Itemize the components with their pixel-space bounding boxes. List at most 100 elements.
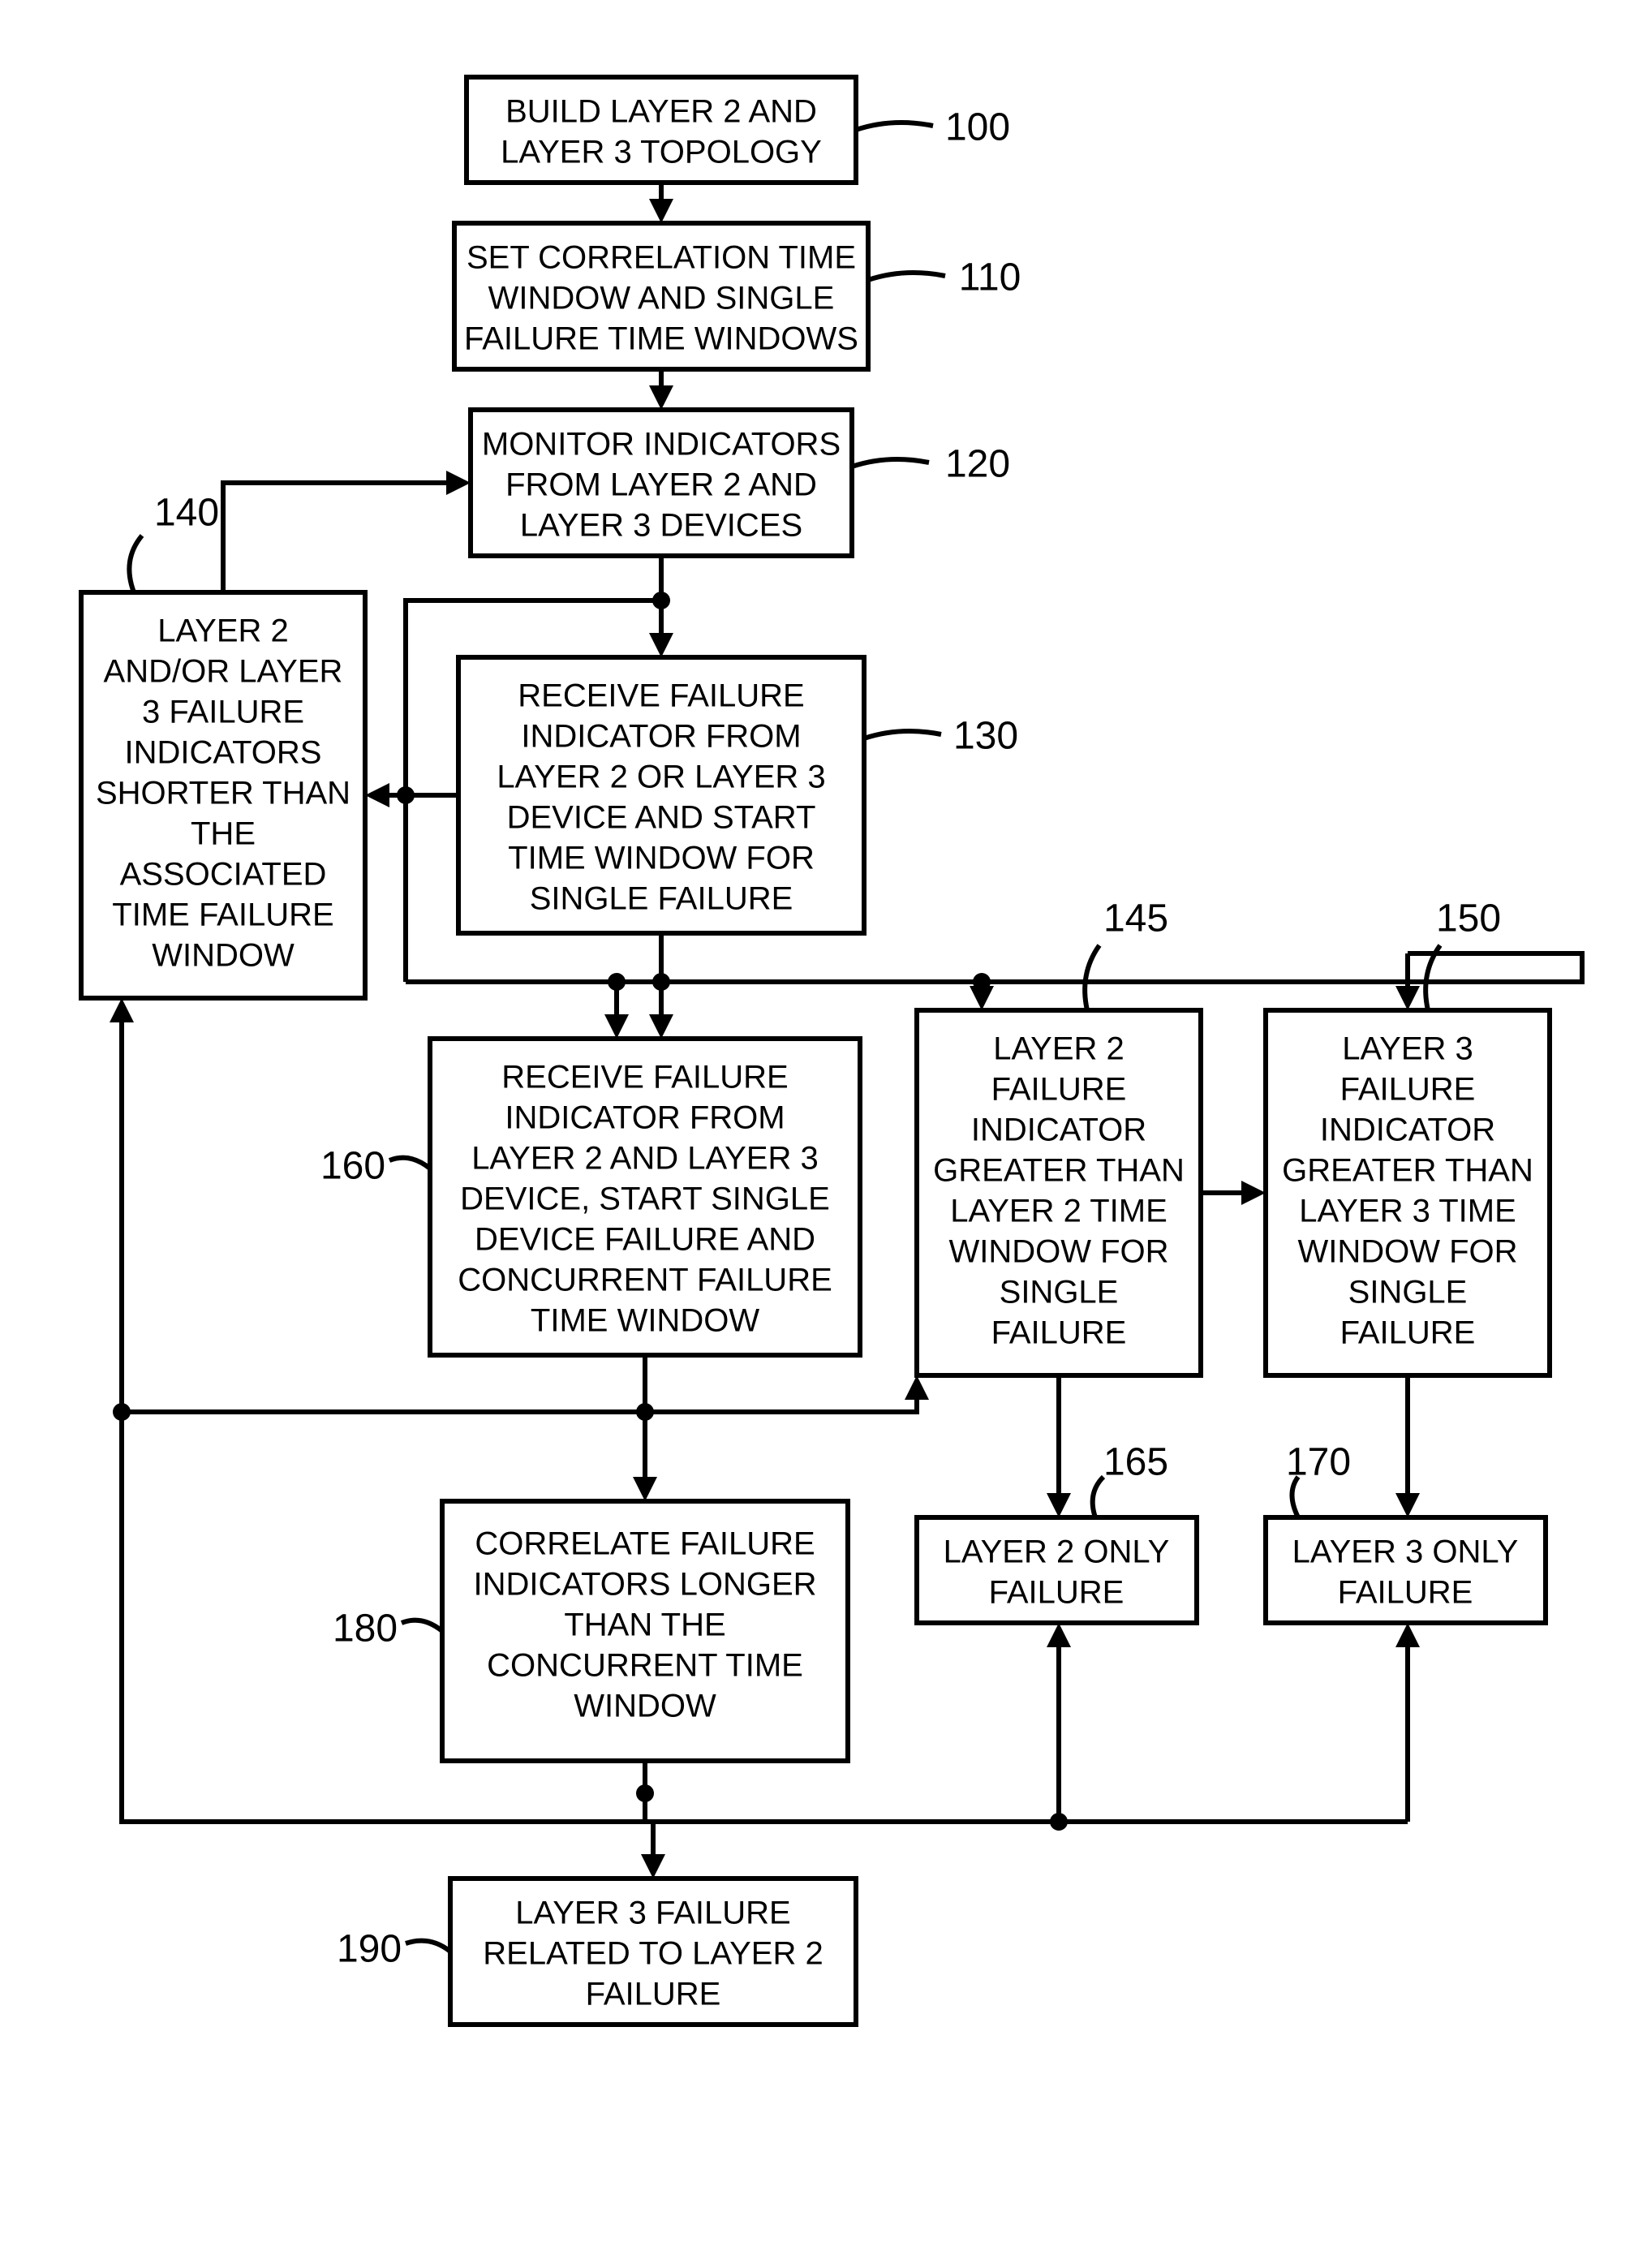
- box-140-line9: WINDOW: [152, 938, 295, 974]
- box-165-line1: LAYER 2 ONLY: [944, 1534, 1170, 1570]
- box-145-line6: WINDOW FOR: [948, 1234, 1168, 1270]
- arrow-150-170: [1395, 1493, 1420, 1517]
- arrow-120-130: [649, 633, 673, 657]
- box-145-line8: FAILURE: [991, 1315, 1127, 1351]
- arrow-bus-150: [1395, 986, 1420, 1010]
- box-170-line1: LAYER 3 ONLY: [1292, 1534, 1519, 1570]
- edge-140-120: [223, 483, 458, 592]
- leader-140: [129, 536, 142, 592]
- box-160-line3: LAYER 2 AND LAYER 3: [471, 1141, 819, 1177]
- label-130: 130: [953, 715, 1018, 758]
- box-140-line2: AND/OR LAYER: [104, 654, 343, 690]
- box-165-line2: FAILURE: [989, 1575, 1125, 1611]
- arrow-110-120: [649, 385, 673, 410]
- box-145-line5: LAYER 2 TIME: [950, 1194, 1168, 1229]
- box-190-line1: LAYER 3 FAILURE: [515, 1896, 790, 1931]
- leader-170: [1292, 1477, 1299, 1517]
- label-110: 110: [959, 256, 1021, 299]
- box-160-line1: RECEIVE FAILURE: [501, 1060, 788, 1095]
- leader-160: [389, 1158, 430, 1168]
- box-145-line7: SINGLE: [1000, 1275, 1119, 1310]
- box-120-line1: MONITOR INDICATORS: [482, 427, 841, 463]
- box-180-line5: WINDOW: [574, 1689, 716, 1724]
- label-150: 150: [1436, 897, 1501, 940]
- box-160-line7: TIME WINDOW: [531, 1303, 759, 1339]
- box-150-line5: LAYER 3 TIME: [1299, 1194, 1516, 1229]
- leader-130: [864, 731, 941, 738]
- box-120-line2: FROM LAYER 2 AND: [505, 467, 817, 503]
- box-150-line1: LAYER 3: [1342, 1031, 1473, 1067]
- leader-145: [1085, 945, 1099, 1010]
- box-120-line3: LAYER 3 DEVICES: [520, 508, 802, 544]
- leader-120: [852, 459, 929, 467]
- box-160-line5: DEVICE FAILURE AND: [475, 1222, 815, 1258]
- box-190-line2: RELATED TO LAYER 2: [483, 1936, 823, 1972]
- leader-190: [406, 1941, 450, 1952]
- junction-bus-145: [973, 973, 991, 991]
- arrow-bus-160: [604, 1014, 629, 1039]
- arrow-100-110: [649, 199, 673, 223]
- label-190: 190: [337, 1928, 402, 1971]
- leader-165: [1093, 1477, 1103, 1517]
- box-180-line2: INDICATORS LONGER: [473, 1567, 816, 1603]
- box-150-line4: GREATER THAN: [1282, 1153, 1533, 1189]
- arrow-180-165: [1047, 1623, 1071, 1647]
- box-140-line4: INDICATORS: [125, 735, 322, 771]
- box-130-line1: RECEIVE FAILURE: [518, 678, 804, 714]
- box-130-line2: INDICATOR FROM: [521, 719, 801, 755]
- box-150-line3: INDICATOR: [1320, 1112, 1495, 1148]
- label-120: 120: [945, 443, 1010, 486]
- box-110-line2: WINDOW AND SINGLE: [488, 281, 835, 316]
- box-110-line1: SET CORRELATION TIME: [467, 240, 856, 276]
- box-130-line5: TIME WINDOW FOR: [508, 841, 815, 876]
- box-145-line1: LAYER 2: [993, 1031, 1125, 1067]
- box-100-line1: BUILD LAYER 2 AND: [505, 94, 817, 130]
- box-145-line2: FAILURE: [991, 1072, 1127, 1108]
- box-140-line6: THE: [191, 816, 256, 852]
- box-140-line5: SHORTER THAN: [96, 776, 350, 811]
- box-145-line4: GREATER THAN: [933, 1153, 1185, 1189]
- box-110-line3: FAILURE TIME WINDOWS: [464, 321, 858, 357]
- arrow-145-165: [1047, 1493, 1071, 1517]
- junction-bus-160: [608, 973, 626, 991]
- box-160-line2: INDICATOR FROM: [505, 1100, 785, 1136]
- label-180: 180: [333, 1607, 398, 1650]
- arrow-130-140: [365, 783, 389, 807]
- leader-180: [402, 1620, 442, 1631]
- box-140-line1: LAYER 2: [157, 613, 289, 649]
- box-180-line1: CORRELATE FAILURE: [475, 1526, 815, 1562]
- box-100-line2: LAYER 3 TOPOLOGY: [501, 135, 822, 170]
- box-140-line3: 3 FAILURE: [142, 695, 304, 730]
- junction-180-out: [636, 1784, 654, 1802]
- arrow-160-180: [633, 1477, 657, 1501]
- box-140-line7: ASSOCIATED: [120, 857, 327, 893]
- box-170-line2: FAILURE: [1338, 1575, 1473, 1611]
- box-160-line4: DEVICE, START SINGLE: [460, 1181, 830, 1217]
- box-150-line2: FAILURE: [1340, 1072, 1476, 1108]
- box-145-line3: INDICATOR: [971, 1112, 1146, 1148]
- edge-160-145r: [645, 1388, 917, 1412]
- junction-130-140: [397, 786, 415, 804]
- box-190-line3: FAILURE: [586, 1977, 721, 2012]
- arrow-180-190: [641, 1854, 665, 1879]
- flowchart-diagram: BUILD LAYER 2 AND LAYER 3 TOPOLOGY SET C…: [0, 0, 1647, 2268]
- label-100: 100: [945, 106, 1010, 149]
- box-150-line6: WINDOW FOR: [1297, 1234, 1517, 1270]
- box-130-line3: LAYER 2 OR LAYER 3: [497, 760, 825, 795]
- box-180-line4: CONCURRENT TIME: [487, 1648, 803, 1684]
- leader-110: [868, 273, 945, 280]
- arrow-180-170: [1395, 1623, 1420, 1647]
- box-140-line8: TIME FAILURE: [112, 897, 333, 933]
- arrow-130-160a: [649, 1014, 673, 1039]
- box-150-line7: SINGLE: [1348, 1275, 1468, 1310]
- arrow-160-145r: [905, 1375, 929, 1400]
- box-150-line8: FAILURE: [1340, 1315, 1476, 1351]
- box-130-line4: DEVICE AND START: [507, 800, 816, 836]
- arrow-145-150: [1241, 1181, 1266, 1205]
- label-165: 165: [1103, 1441, 1168, 1484]
- arrow-140-120: [446, 471, 471, 495]
- arrow-160-140: [110, 998, 134, 1022]
- label-160: 160: [320, 1145, 385, 1188]
- label-145: 145: [1103, 897, 1168, 940]
- label-140: 140: [154, 492, 219, 535]
